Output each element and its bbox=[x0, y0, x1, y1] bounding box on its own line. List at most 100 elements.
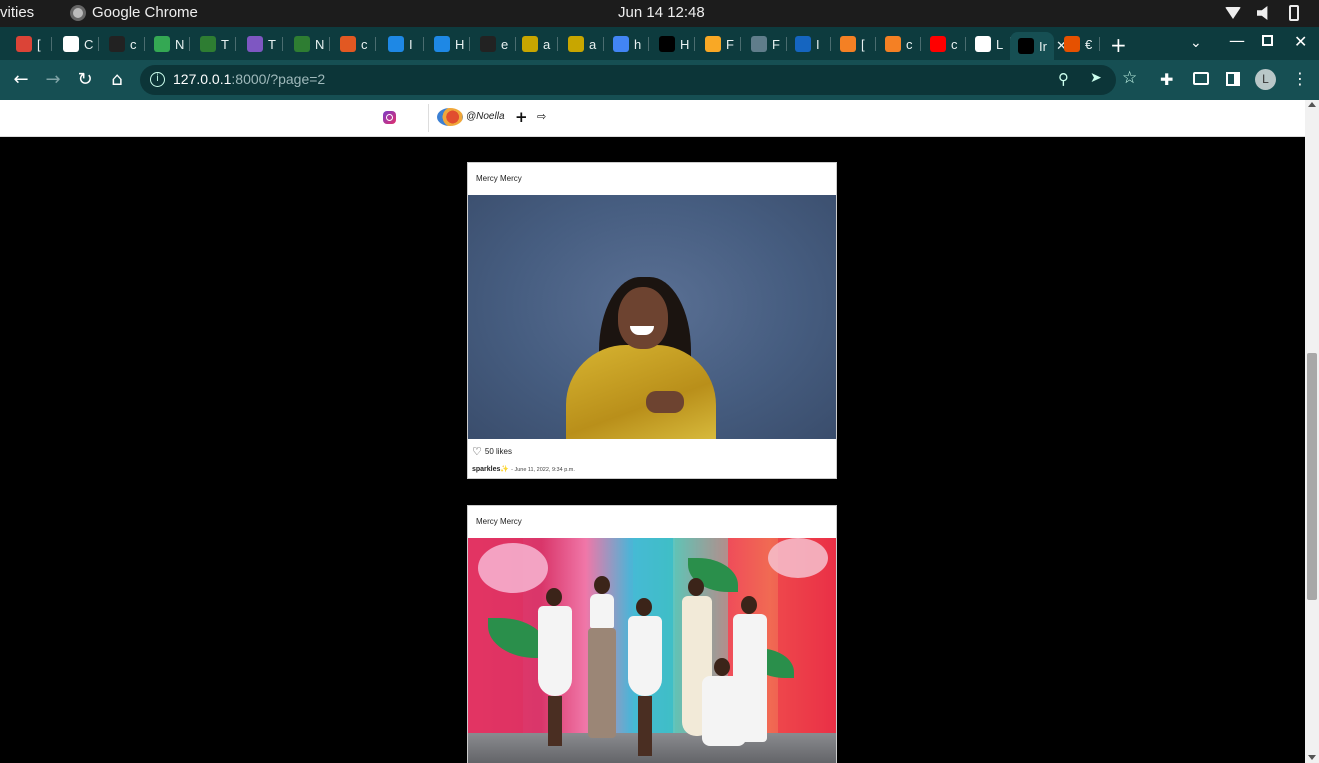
tab-separator bbox=[189, 37, 190, 51]
back-button[interactable]: ← bbox=[10, 69, 32, 91]
tab-title: T bbox=[221, 36, 229, 52]
new-post-icon[interactable]: + bbox=[515, 108, 528, 126]
app-menu[interactable]: Google Chrome bbox=[70, 4, 198, 21]
system-tray[interactable] bbox=[1225, 5, 1299, 21]
url-text[interactable]: 127.0.0.1:8000/?page=2 bbox=[173, 71, 325, 87]
home-button[interactable]: ⌂ bbox=[106, 69, 128, 91]
zoom-icon[interactable]: ⚲ bbox=[1058, 70, 1069, 88]
browser-tab[interactable]: F bbox=[743, 32, 787, 56]
minimize-button[interactable]: — bbox=[1229, 31, 1245, 50]
tab-favicon-icon bbox=[795, 36, 811, 52]
post-card: Mercy Mercy bbox=[467, 505, 837, 763]
logout-icon[interactable]: ⇨ bbox=[537, 110, 546, 123]
tab-separator bbox=[648, 37, 649, 51]
tab-favicon-icon bbox=[247, 36, 263, 52]
cast-icon[interactable] bbox=[1193, 72, 1209, 85]
tab-favicon-icon bbox=[705, 36, 721, 52]
browser-tab[interactable]: c bbox=[101, 32, 145, 56]
scroll-thumb[interactable] bbox=[1307, 353, 1317, 600]
browser-tab[interactable]: c bbox=[877, 32, 921, 56]
extensions-icon[interactable]: ✚ bbox=[1160, 70, 1173, 89]
browser-tab[interactable]: [ bbox=[832, 32, 876, 56]
send-tab-icon[interactable]: ➤ bbox=[1090, 70, 1102, 86]
browser-tab[interactable]: T bbox=[192, 32, 236, 56]
site-info-icon[interactable]: i bbox=[150, 72, 165, 87]
tab-separator bbox=[98, 37, 99, 51]
browser-tab[interactable]: I bbox=[380, 32, 424, 56]
tab-favicon-icon bbox=[885, 36, 901, 52]
browser-tab[interactable]: a bbox=[560, 32, 604, 56]
browser-tab[interactable]: a bbox=[514, 32, 558, 56]
tab-separator bbox=[965, 37, 966, 51]
browser-tab[interactable]: H bbox=[426, 32, 470, 56]
browser-tab[interactable]: Ir ✕ bbox=[1010, 32, 1067, 60]
tab-title: c bbox=[951, 36, 958, 52]
tab-favicon-icon bbox=[200, 36, 216, 52]
post-author[interactable]: Mercy Mercy bbox=[468, 163, 836, 195]
browser-tab[interactable]: F bbox=[697, 32, 741, 56]
address-bar[interactable]: i 127.0.0.1:8000/?page=2 ⚲ ➤ ☆ bbox=[140, 65, 1137, 95]
clock[interactable]: Jun 14 12:48 bbox=[618, 4, 705, 21]
bookmark-star-icon[interactable]: ☆ bbox=[1122, 68, 1137, 88]
tab-favicon-icon bbox=[294, 36, 310, 52]
reload-button[interactable]: ↻ bbox=[74, 69, 96, 91]
post-image[interactable] bbox=[468, 195, 836, 439]
tab-search-chevron-icon[interactable]: ⌄ bbox=[1190, 35, 1202, 51]
tab-favicon-icon bbox=[109, 36, 125, 52]
activities-button[interactable]: vities bbox=[0, 4, 34, 21]
tab-separator bbox=[694, 37, 695, 51]
browser-tab[interactable]: N bbox=[146, 32, 190, 56]
side-panel-icon[interactable] bbox=[1226, 72, 1240, 86]
post-actions: ♡ 50 likes bbox=[468, 439, 836, 459]
profile-avatar[interactable]: L bbox=[1255, 69, 1276, 90]
battery-icon bbox=[1289, 5, 1299, 21]
scroll-down-arrow-icon[interactable] bbox=[1308, 755, 1316, 760]
tab-favicon-icon bbox=[154, 36, 170, 52]
browser-tab[interactable]: [ bbox=[8, 32, 52, 56]
caption-date: - June 11, 2022, 9:34 p.m. bbox=[511, 467, 575, 473]
tab-favicon-icon bbox=[340, 36, 356, 52]
instagram-logo-icon[interactable] bbox=[383, 111, 396, 124]
scroll-up-arrow-icon[interactable] bbox=[1308, 102, 1316, 107]
maximize-button[interactable] bbox=[1262, 35, 1273, 46]
close-window-button[interactable]: ✕ bbox=[1294, 32, 1307, 51]
browser-tab[interactable]: h bbox=[605, 32, 649, 56]
tab-title: F bbox=[726, 36, 734, 52]
like-heart-icon[interactable]: ♡ bbox=[472, 445, 482, 458]
tab-separator bbox=[875, 37, 876, 51]
user-avatar[interactable] bbox=[437, 108, 463, 126]
browser-tab[interactable]: € bbox=[1056, 32, 1100, 56]
page-scrollbar[interactable] bbox=[1305, 100, 1319, 763]
tab-separator bbox=[375, 37, 376, 51]
post-image[interactable] bbox=[468, 538, 836, 763]
browser-tab[interactable]: L bbox=[967, 32, 1011, 56]
app-name: Google Chrome bbox=[92, 4, 198, 21]
chrome-menu-icon[interactable]: ⋮ bbox=[1292, 69, 1308, 88]
browser-tab[interactable]: e bbox=[472, 32, 516, 56]
tab-separator bbox=[830, 37, 831, 51]
browser-tab[interactable]: T bbox=[239, 32, 283, 56]
browser-tab[interactable]: I bbox=[787, 32, 831, 56]
forward-button[interactable]: → bbox=[42, 69, 64, 91]
tab-favicon-icon bbox=[1018, 38, 1034, 54]
tab-favicon-icon bbox=[840, 36, 856, 52]
browser-tab[interactable]: N bbox=[286, 32, 330, 56]
nav-divider bbox=[428, 104, 429, 132]
tab-separator bbox=[1099, 37, 1100, 51]
browser-tab[interactable]: c bbox=[332, 32, 376, 56]
username-link[interactable]: @Noella bbox=[466, 111, 505, 122]
browser-tab[interactable]: H bbox=[651, 32, 695, 56]
new-tab-button[interactable]: + bbox=[1110, 33, 1127, 57]
tab-favicon-icon bbox=[751, 36, 767, 52]
post-author[interactable]: Mercy Mercy bbox=[468, 506, 836, 538]
caption-user[interactable]: sparkles✨ bbox=[472, 466, 509, 473]
browser-tab[interactable]: c bbox=[922, 32, 966, 56]
photo-figure-hand bbox=[646, 391, 684, 413]
tab-favicon-icon bbox=[522, 36, 538, 52]
tab-title: a bbox=[589, 36, 597, 52]
tab-separator bbox=[557, 37, 558, 51]
page-viewport: @Noella + ⇨ Mercy Mercy ♡ 50 likes spark… bbox=[0, 100, 1305, 763]
browser-tab[interactable]: C bbox=[55, 32, 99, 56]
tab-separator bbox=[235, 37, 236, 51]
browser-toolbar: ← → ↻ ⌂ i 127.0.0.1:8000/?page=2 ⚲ ➤ ☆ ✚… bbox=[0, 60, 1319, 100]
